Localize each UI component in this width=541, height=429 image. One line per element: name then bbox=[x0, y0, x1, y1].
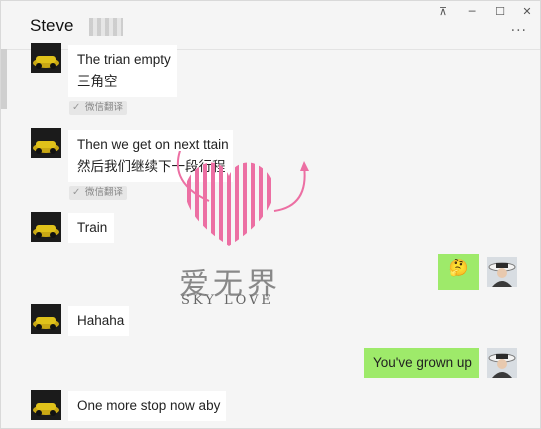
check-icon: ✓ bbox=[72, 187, 81, 198]
sent-message-bubble[interactable]: 🤔 bbox=[438, 254, 479, 290]
chat-window: Steve ⊼ ─ ☐ ✕ ··· The trian empty 三角空 ✓ … bbox=[0, 0, 541, 429]
translate-label: 微信翻译 bbox=[85, 102, 124, 113]
maximize-button[interactable]: ☐ bbox=[490, 5, 510, 19]
watermark-logo: 爱无界 SKY LOVE bbox=[179, 259, 281, 308]
check-icon: ✓ bbox=[72, 102, 81, 113]
more-icon[interactable]: ··· bbox=[511, 23, 527, 39]
message-text: Hahaha bbox=[77, 313, 125, 328]
message-bubble[interactable]: Hahaha bbox=[68, 306, 129, 336]
my-avatar[interactable] bbox=[487, 348, 517, 378]
message-text: The trian empty bbox=[77, 52, 171, 67]
translate-tag[interactable]: ✓ 微信翻译 bbox=[69, 186, 128, 200]
contact-avatar[interactable] bbox=[31, 128, 61, 158]
contact-avatar[interactable] bbox=[31, 43, 61, 73]
message-text: 三角空 bbox=[77, 74, 118, 89]
redacted-name-block bbox=[89, 18, 123, 36]
translate-tag[interactable]: ✓ 微信翻译 bbox=[69, 101, 128, 115]
watermark-en: SKY LOVE bbox=[181, 293, 274, 308]
my-avatar[interactable] bbox=[487, 257, 517, 287]
message-bubble[interactable]: The trian empty 三角空 bbox=[68, 45, 177, 97]
message-text: Then we get on next ttain bbox=[77, 137, 229, 152]
title-bar: Steve ⊼ ─ ☐ ✕ ··· bbox=[1, 1, 540, 50]
message-text: 然后我们继续下一段行程 bbox=[77, 159, 226, 174]
scrollbar[interactable] bbox=[1, 49, 7, 109]
pin-icon[interactable]: ⊼ bbox=[433, 5, 453, 19]
minimize-button[interactable]: ─ bbox=[462, 5, 482, 19]
contact-avatar[interactable] bbox=[31, 304, 61, 334]
contact-avatar[interactable] bbox=[31, 390, 61, 420]
contact-avatar[interactable] bbox=[31, 212, 61, 242]
message-bubble[interactable]: Then we get on next ttain 然后我们继续下一段行程 bbox=[68, 130, 233, 182]
contact-name: Steve bbox=[30, 16, 74, 35]
message-bubble[interactable]: Train bbox=[68, 213, 114, 243]
message-text: You've grown up bbox=[373, 355, 472, 370]
close-button[interactable]: ✕ bbox=[517, 5, 537, 19]
translate-label: 微信翻译 bbox=[85, 187, 124, 198]
message-text: One more stop now aby bbox=[77, 398, 221, 413]
message-text: Train bbox=[77, 220, 108, 235]
thinking-emoji-icon: 🤔 bbox=[448, 260, 469, 277]
message-bubble[interactable]: One more stop now aby bbox=[68, 391, 226, 421]
sent-message-bubble[interactable]: You've grown up bbox=[364, 348, 479, 378]
